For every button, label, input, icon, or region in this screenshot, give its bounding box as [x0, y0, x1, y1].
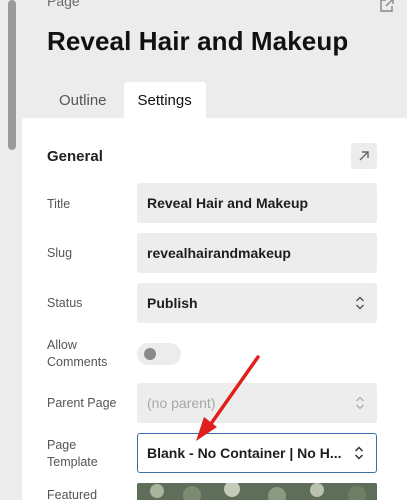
section-title: General — [47, 148, 103, 165]
page-template-select[interactable]: Blank - No Container | No H... — [137, 433, 377, 473]
chevron-updown-icon — [356, 296, 364, 310]
panel-kicker: Page — [47, 0, 80, 9]
featured-image-label: Featured — [47, 488, 98, 500]
status-value: Publish — [147, 295, 198, 311]
parent-page-value: (no parent) — [147, 395, 216, 411]
status-select[interactable]: Publish — [137, 283, 377, 323]
status-label: Status — [47, 296, 83, 310]
page-template-value: Blank - No Container | No H... — [147, 445, 342, 461]
chevron-updown-icon — [356, 396, 364, 410]
chevron-updown-icon — [354, 446, 364, 460]
settings-card: General Title Reveal Hair and Makeup Slu… — [22, 118, 407, 500]
tab-bar: Outline Settings — [44, 82, 206, 118]
featured-image-thumbnail[interactable] — [137, 483, 377, 500]
slug-field[interactable]: revealhairandmakeup — [137, 233, 377, 273]
allow-comments-label: Allow Comments — [47, 338, 108, 369]
tab-settings[interactable]: Settings — [123, 82, 206, 118]
title-label: Title — [47, 197, 71, 211]
tab-outline[interactable]: Outline — [44, 82, 124, 118]
page-title: Reveal Hair and Makeup — [47, 26, 349, 56]
open-section-button[interactable] — [351, 143, 377, 169]
arrow-up-right-icon — [359, 151, 369, 161]
allow-comments-toggle[interactable] — [137, 343, 181, 365]
external-link-icon[interactable] — [379, 0, 395, 13]
page-settings-panel: Page Reveal Hair and Makeup Outline Sett… — [22, 0, 407, 500]
page-template-label: Page Template — [47, 438, 98, 469]
slug-label: Slug — [47, 246, 73, 260]
title-field[interactable]: Reveal Hair and Makeup — [137, 183, 377, 223]
scrollbar-thumb[interactable] — [8, 0, 16, 150]
featured-image-picture — [137, 483, 377, 500]
scrollbar-track[interactable] — [0, 0, 20, 500]
toggle-knob — [144, 348, 156, 360]
parent-page-label: Parent Page — [47, 396, 117, 410]
parent-page-select: (no parent) — [137, 383, 377, 423]
